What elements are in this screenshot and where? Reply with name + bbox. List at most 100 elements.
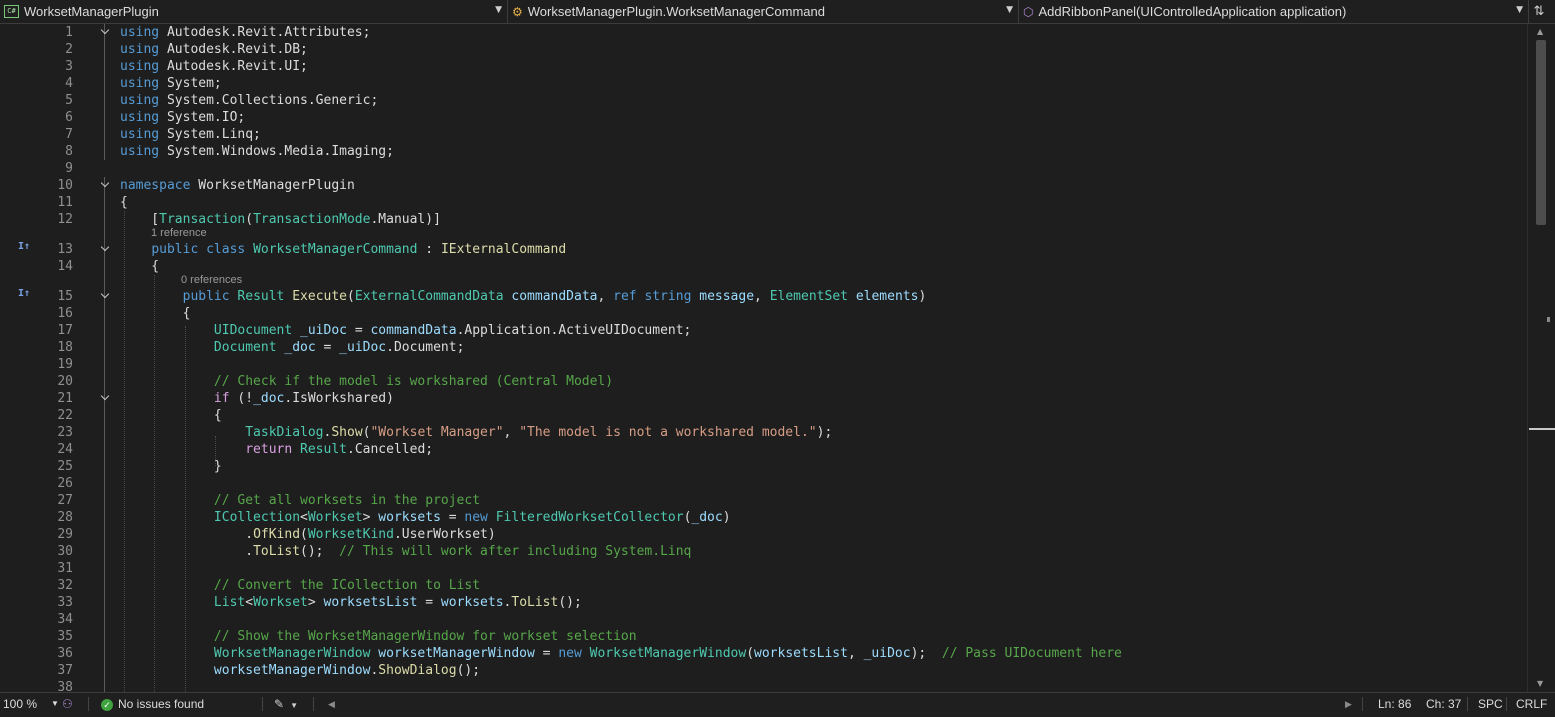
type-dropdown[interactable]: ⚙ WorksetManagerPlugin.WorksetManagerCom… <box>508 0 1019 23</box>
code-line[interactable]: 10 namespace WorksetManagerPlugin <box>0 177 1527 194</box>
code-line[interactable]: 34 <box>0 611 1527 628</box>
code-line[interactable]: 33 List<Workset> worksetsList = worksets… <box>0 594 1527 611</box>
code-line[interactable]: 25 } <box>0 458 1527 475</box>
code-line[interactable]: 30 .ToList(); // This will work after in… <box>0 543 1527 560</box>
code-token: Result <box>300 442 347 457</box>
code-line[interactable]: 14 { <box>0 258 1527 275</box>
divider <box>1362 697 1363 711</box>
split-window-button[interactable]: ⇅ <box>1529 0 1549 23</box>
code-token: > <box>362 510 379 525</box>
whitespace-mode[interactable]: SPC <box>1478 693 1503 715</box>
code-token: Result <box>237 289 285 304</box>
code-token: return <box>245 442 293 457</box>
scroll-left-icon[interactable]: ◀ <box>328 693 335 715</box>
code-line[interactable]: 9 <box>0 160 1527 177</box>
member-dropdown[interactable]: ⬡ AddRibbonPanel(UIControlledApplication… <box>1019 0 1529 23</box>
code-line[interactable]: 32 // Convert the ICollection to List <box>0 577 1527 594</box>
code-token: "The model is not a workshared model." <box>519 425 817 440</box>
code-line[interactable]: 4 using System; <box>0 75 1527 92</box>
code-line[interactable]: 13 public class WorksetManagerCommand : … <box>0 241 1527 258</box>
code-text: public Result Execute(ExternalCommandDat… <box>120 288 927 305</box>
fold-toggle-icon[interactable] <box>100 291 110 301</box>
scroll-right-icon[interactable]: ▶ <box>1345 693 1352 715</box>
code-text: WorksetManagerWindow worksetManagerWindo… <box>120 645 1122 662</box>
code-token: ICollection <box>213 510 301 525</box>
code-editor[interactable]: 1 reference 0 references I↑ I↑ 1 using Au… <box>0 24 1527 692</box>
fold-toggle-icon[interactable] <box>100 244 110 254</box>
code-token: .Application.ActiveUIDocument; <box>456 323 692 338</box>
code-line[interactable]: 1 using Autodesk.Revit.Attributes; <box>0 24 1527 41</box>
code-line[interactable]: 18 Document _doc = _uiDoc.Document; <box>0 339 1527 356</box>
fold-toggle-icon[interactable] <box>100 27 110 37</box>
code-line[interactable]: 36 WorksetManagerWindow worksetManagerWi… <box>0 645 1527 662</box>
code-line[interactable]: 28 ICollection<Workset> worksets = new F… <box>0 509 1527 526</box>
code-token: , <box>847 646 864 661</box>
code-line[interactable]: 38 <box>0 679 1527 692</box>
code-text: .OfKind(WorksetKind.UserWorkset) <box>120 526 495 543</box>
column-number[interactable]: Ch: 37 <box>1426 693 1461 715</box>
code-line[interactable]: 20 // Check if the model is workshared (… <box>0 373 1527 390</box>
code-line[interactable]: 17 UIDocument _uiDoc = commandData.Appli… <box>0 322 1527 339</box>
issues-indicator[interactable]: ✓ No issues found <box>101 693 204 715</box>
code-lens-references[interactable]: 0 references <box>181 274 242 287</box>
project-dropdown[interactable]: C# WorksetManagerPlugin ▼ <box>0 0 508 23</box>
code-line[interactable]: 3 using Autodesk.Revit.UI; <box>0 58 1527 75</box>
code-line[interactable]: 21 if (!_doc.IsWorkshared) <box>0 390 1527 407</box>
code-line[interactable]: 16 { <box>0 305 1527 322</box>
code-text: // Convert the ICollection to List <box>120 577 480 594</box>
code-line[interactable]: 27 // Get all worksets in the project <box>0 492 1527 509</box>
fold-toggle-icon[interactable] <box>100 393 110 403</box>
code-line[interactable]: 37 worksetManagerWindow.ShowDialog(); <box>0 662 1527 679</box>
fold-toggle-icon[interactable] <box>100 180 110 190</box>
line-number: 21 <box>57 391 73 406</box>
code-token: ElementSet <box>769 289 848 304</box>
code-line[interactable]: 15 public Result Execute(ExternalCommand… <box>0 288 1527 305</box>
scrollbar-thumb[interactable] <box>1536 40 1546 225</box>
code-token: // Check if the model is workshared (Cen… <box>213 374 614 389</box>
code-line[interactable]: 31 <box>0 560 1527 577</box>
code-token: namespace <box>120 178 191 193</box>
code-line[interactable]: 8 using System.Windows.Media.Imaging; <box>0 143 1527 160</box>
scroll-down-icon[interactable]: ▼ <box>1537 679 1543 688</box>
code-line[interactable]: 5 using System.Collections.Generic; <box>0 92 1527 109</box>
divider <box>262 697 263 711</box>
code-token: List <box>213 595 246 610</box>
code-line[interactable]: 24 return Result.Cancelled; <box>0 441 1527 458</box>
divider <box>1467 697 1468 711</box>
code-token: ToList <box>253 544 301 559</box>
line-number[interactable]: Ln: 86 <box>1378 693 1411 715</box>
code-line[interactable]: 22 { <box>0 407 1527 424</box>
code-line[interactable]: 2 using Autodesk.Revit.DB; <box>0 41 1527 58</box>
code-text: .ToList(); // This will work after inclu… <box>120 543 691 560</box>
code-lens-references[interactable]: 1 reference <box>151 227 207 240</box>
copilot-icon[interactable]: ⚇ <box>62 693 73 715</box>
chevron-down-icon: ▼ <box>1006 5 1013 15</box>
code-token: > <box>307 595 324 610</box>
caret-position-marker <box>1529 428 1555 430</box>
vertical-scrollbar[interactable]: ▲ ▼ <box>1527 24 1555 692</box>
chevron-down-icon: ▼ <box>495 5 502 15</box>
code-token: worksets <box>440 595 504 610</box>
code-line[interactable]: 6 using System.IO; <box>0 109 1527 126</box>
code-token: using <box>120 59 160 74</box>
code-line[interactable]: 12 [Transaction(TransactionMode.Manual)] <box>0 211 1527 228</box>
code-line[interactable]: 29 .OfKind(WorksetKind.UserWorkset) <box>0 526 1527 543</box>
scroll-up-icon[interactable]: ▲ <box>1537 27 1543 36</box>
code-cleanup-button[interactable]: ✎ ▼ <box>274 693 298 715</box>
code-line[interactable]: 26 <box>0 475 1527 492</box>
code-text: { <box>120 194 128 211</box>
code-token: = <box>534 646 559 661</box>
line-ending[interactable]: CRLF <box>1516 693 1547 715</box>
zoom-level[interactable]: 100 % ▼ <box>3 693 59 715</box>
code-line[interactable]: 35 // Show the WorksetManagerWindow for … <box>0 628 1527 645</box>
code-token: TransactionMode <box>253 212 371 227</box>
code-line[interactable]: 11 { <box>0 194 1527 211</box>
code-line[interactable]: 7 using System.Linq; <box>0 126 1527 143</box>
code-token: new <box>464 510 488 525</box>
code-line[interactable]: 19 <box>0 356 1527 373</box>
code-line[interactable]: 23 TaskDialog.Show("Workset Manager", "T… <box>0 424 1527 441</box>
